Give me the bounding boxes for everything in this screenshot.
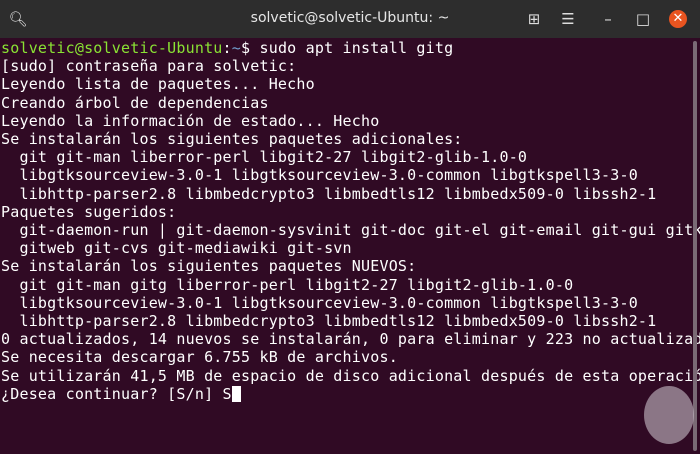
confirm-line: ¿Desea continuar? [S/n] S [1, 385, 688, 403]
menu-icon[interactable]: ☰ [558, 9, 578, 29]
watermark-logo [644, 386, 694, 444]
output-line: Creando árbol de dependencias [1, 93, 269, 112]
output-line: libgtksourceview-3.0-1 libgtksourceview-… [1, 166, 638, 185]
output-line: Leyendo lista de paquetes... Hecho [1, 75, 315, 94]
output-line: git-daemon-run | git-daemon-sysvinit git… [1, 221, 700, 240]
output-line: Leyendo la información de estado... Hech… [1, 111, 380, 130]
close-icon[interactable]: ✕ [669, 10, 687, 28]
output-line: Se utilizarán 41,5 MB de espacio de disc… [1, 366, 700, 385]
prompt-line: solvetic@solvetic-Ubuntu:~$ sudo apt ins… [1, 39, 688, 57]
prompt-user-host: solvetic@solvetic-Ubuntu [1, 39, 223, 57]
confirm-prompt: ¿Desea continuar? [S/n] S [1, 384, 232, 403]
output-line: git git-man liberror-perl libgit2-27 lib… [1, 148, 528, 167]
output-line: libgtksourceview-3.0-1 libgtksourceview-… [1, 293, 638, 312]
maximize-icon[interactable]: □ [633, 9, 653, 29]
command: sudo apt install gitg [259, 39, 454, 57]
prompt-symbol: $ [241, 39, 260, 57]
scrollbar[interactable] [693, 41, 697, 451]
output-line: [sudo] contraseña para solvetic: [1, 57, 297, 76]
output-line: 0 actualizados, 14 nuevos se instalarán,… [1, 330, 700, 349]
prompt-path: ~ [231, 39, 242, 57]
window-title: solvetic@solvetic-Ubuntu: ~ [250, 10, 450, 26]
output-line: Se necesita descargar 6.755 kB de archiv… [1, 348, 398, 367]
new-tab-icon[interactable]: ⊞ [524, 9, 544, 29]
output-line: Se instalarán los siguientes paquetes NU… [1, 257, 417, 276]
output-line: Se instalarán los siguientes paquetes ad… [1, 130, 463, 149]
output-line: Paquetes sugeridos: [1, 202, 177, 221]
output-line: git git-man gitg liberror-perl libgit2-2… [1, 275, 574, 294]
minimize-icon[interactable]: – [598, 9, 618, 29]
output-line: libhttp-parser2.8 libmbedcrypto3 libmbed… [1, 312, 657, 331]
terminal-output[interactable]: solvetic@solvetic-Ubuntu:~$ sudo apt ins… [1, 39, 700, 403]
output-line: gitweb git-cvs git-mediawiki git-svn [1, 239, 352, 258]
prompt-separator: : [222, 39, 232, 57]
cursor [231, 385, 241, 402]
output-line: libhttp-parser2.8 libmbedcrypto3 libmbed… [1, 184, 657, 203]
title-bar: 🔍︎ solvetic@solvetic-Ubuntu: ~ ⊞ ☰ – □ ✕ [0, 0, 700, 38]
